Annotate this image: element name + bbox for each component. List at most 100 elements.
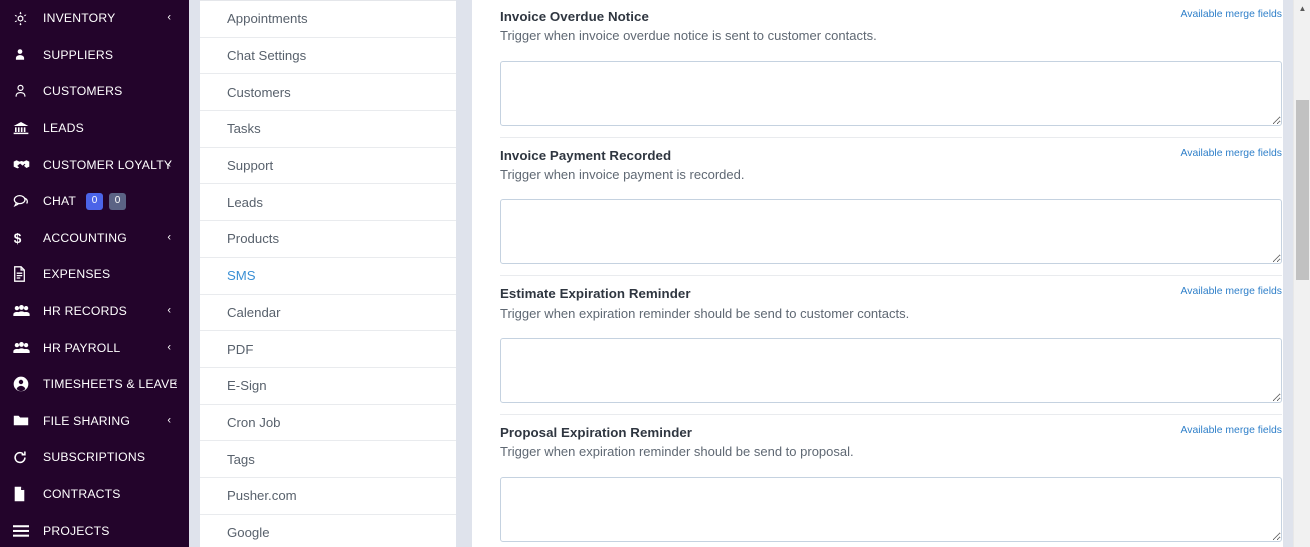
settings-item-e-sign[interactable]: E-Sign [200,367,456,405]
settings-item-cron-job[interactable]: Cron Job [200,404,456,442]
chat-bubbles-icon [13,194,41,208]
settings-item-leads[interactable]: Leads [200,184,456,222]
trigger-text-group: Estimate Expiration Reminder Trigger whe… [500,284,1169,323]
dollar-icon: $ [13,230,41,246]
settings-item-tags[interactable]: Tags [200,441,456,478]
settings-item-label: Appointments [227,11,308,27]
sidebar-item-expenses[interactable]: EXPENSES [0,256,189,293]
list-main-gap [456,0,472,547]
sms-templates-panel: Invoice Overdue Notice Trigger when invo… [472,0,1310,547]
sidebar-item-customer-loyalty[interactable]: CUSTOMER LOYALTY ‹ [0,146,189,183]
sidebar-item-label: SUBSCRIPTIONS [43,450,146,465]
sidebar-item-chat[interactable]: CHAT 0 0 [0,183,189,220]
sidebar-item-subscriptions[interactable]: SUBSCRIPTIONS [0,439,189,476]
trigger-text-group: Proposal Expiration Reminder Trigger whe… [500,423,1169,462]
sidebar-item-label: FILE SHARING [43,413,131,428]
trigger-invoice-payment-recorded: Invoice Payment Recorded Trigger when in… [500,138,1282,277]
sidebar-item-file-sharing[interactable]: FILE SHARING ‹ [0,403,189,440]
svg-text:$: $ [14,231,22,246]
chevron-left-icon: ‹ [167,231,171,244]
available-merge-fields-link[interactable]: Available merge fields [1181,9,1282,20]
chevron-left-icon: ‹ [167,304,171,317]
sidebar-item-hr-payroll[interactable]: HR PAYROLL ‹ [0,329,189,366]
trigger-title: Estimate Expiration Reminder [500,286,691,302]
settings-item-label: Leads [227,194,263,210]
sidebar-item-leads[interactable]: LEADS [0,110,189,147]
available-merge-fields-link[interactable]: Available merge fields [1181,148,1282,159]
settings-item-calendar[interactable]: Calendar [200,294,456,332]
trigger-estimate-expiration-reminder: Estimate Expiration Reminder Trigger whe… [500,276,1282,416]
chat-badge-unread: 0 [86,192,104,210]
sidebar-item-label: SUPPLIERS [43,47,114,62]
chevron-left-icon: ‹ [167,341,171,354]
user-circle-icon [13,376,41,392]
trigger-title: Invoice Payment Recorded [500,147,672,163]
settings-item-label: Products [227,231,280,247]
settings-item-label: SMS [227,268,256,284]
sms-template-textarea[interactable] [500,60,1282,126]
available-merge-fields-link[interactable]: Available merge fields [1181,425,1282,436]
document-icon [13,266,41,283]
browser-scrollbar[interactable]: ▲ [1293,0,1310,547]
settings-item-chat-settings[interactable]: Chat Settings [200,37,456,75]
chevron-left-icon: ‹ [173,377,177,390]
settings-item-sms[interactable]: SMS [200,257,456,295]
sidebar-item-timesheets-and-leave[interactable]: TIMESHEETS & LEAVE ‹ [0,366,189,403]
sms-template-textarea[interactable] [500,338,1282,404]
sidebar-item-inventory[interactable]: INVENTORY ‹ [0,0,189,37]
settings-item-label: PDF [227,341,254,357]
trigger-text-group: Invoice Payment Recorded Trigger when in… [500,146,1169,185]
sidebar-item-label: INVENTORY [43,11,116,26]
sidebar-item-contracts[interactable]: CONTRACTS [0,476,189,513]
sidebar-item-label: LEADS [43,121,84,136]
sidebar-item-customers[interactable]: CUSTOMERS [0,73,189,110]
settings-item-label: Chat Settings [227,48,307,64]
snowflake-icon [13,11,41,26]
trigger-invoice-overdue-notice: Invoice Overdue Notice Trigger when invo… [500,0,1282,138]
settings-item-support[interactable]: Support [200,147,456,185]
sidebar-content-gap [189,0,200,547]
trigger-description: Trigger when expiration reminder should … [500,305,910,321]
settings-item-label: Tasks [227,121,261,137]
settings-item-google[interactable]: Google [200,514,456,547]
sms-template-textarea[interactable] [500,199,1282,265]
settings-item-products[interactable]: Products [200,221,456,258]
sidebar-item-label: CHAT [43,194,77,209]
trigger-description: Trigger when invoice overdue notice is s… [500,28,877,44]
sidebar-item-label: PROJECTS [43,523,110,538]
settings-item-label: Support [227,158,274,174]
settings-item-pusher-com[interactable]: Pusher.com [200,477,456,515]
trigger-text-group: Invoice Overdue Notice Trigger when invo… [500,7,1169,46]
trigger-description: Trigger when invoice payment is recorded… [500,166,745,182]
sidebar-item-accounting[interactable]: $ ACCOUNTING ‹ [0,220,189,257]
sidebar-item-projects[interactable]: PROJECTS [0,512,189,547]
chevron-left-icon: ‹ [167,158,171,171]
user-filled-icon [13,47,41,62]
trigger-title: Invoice Overdue Notice [500,9,649,24]
settings-item-pdf[interactable]: PDF [200,331,456,368]
people-group-icon [13,341,41,355]
sidebar-item-hr-records[interactable]: HR RECORDS ‹ [0,293,189,330]
sidebar-item-label: CUSTOMERS [43,84,123,99]
settings-item-appointments[interactable]: Appointments [200,1,456,38]
settings-item-label: Tags [227,451,255,467]
chat-badges: 0 0 [86,192,127,210]
sidebar-item-label: ACCOUNTING [43,230,127,245]
trigger-header: Invoice Payment Recorded Trigger when in… [500,146,1282,185]
scroll-up-arrow-icon[interactable]: ▲ [1294,5,1310,13]
scrollbar-thumb[interactable] [1296,100,1309,280]
settings-item-customers[interactable]: Customers [200,74,456,112]
sidebar-item-label: CUSTOMER LOYALTY [43,157,173,172]
file-icon [13,486,41,502]
inner-scroll-gutter[interactable] [1283,0,1293,547]
settings-item-label: Cron Job [227,414,281,430]
available-merge-fields-link[interactable]: Available merge fields [1181,286,1282,297]
trigger-header: Proposal Expiration Reminder Trigger whe… [500,423,1282,462]
trigger-description: Trigger when expiration reminder should … [500,444,854,460]
sms-template-textarea[interactable] [500,476,1282,542]
trigger-title: Proposal Expiration Reminder [500,425,693,441]
sidebar-item-suppliers[interactable]: SUPPLIERS [0,37,189,74]
chat-badge-total: 0 [109,192,127,210]
settings-item-tasks[interactable]: Tasks [200,111,456,148]
user-outline-icon [13,83,41,99]
